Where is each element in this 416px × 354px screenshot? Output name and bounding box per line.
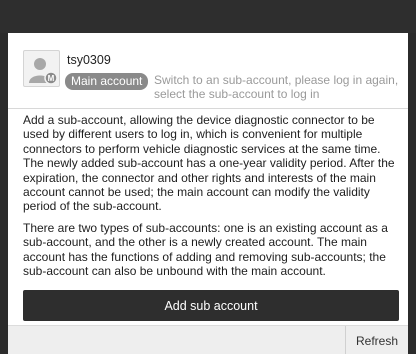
sub-account-dialog: M tsy0309 Main account Switch to an sub-… — [8, 33, 408, 354]
switch-account-hint: Switch to an sub-account, please log in … — [154, 73, 399, 101]
title-bar — [0, 0, 416, 33]
footer-bar: Refresh — [8, 325, 408, 354]
user-avatar-icon: M — [23, 50, 60, 87]
username: tsy0309 — [67, 53, 111, 67]
svg-text:M: M — [48, 74, 55, 83]
main-account-badge: Main account — [65, 73, 149, 90]
refresh-button[interactable]: Refresh — [345, 326, 408, 354]
description-paragraph-2: There are two types of sub-accounts: one… — [23, 221, 388, 279]
description-paragraph-1: Add a sub-account, allowing the device d… — [23, 113, 395, 214]
user-row: M tsy0309 Main account Switch to an sub-… — [8, 33, 408, 107]
add-sub-account-button[interactable]: Add sub account — [23, 290, 399, 321]
divider — [8, 108, 408, 109]
